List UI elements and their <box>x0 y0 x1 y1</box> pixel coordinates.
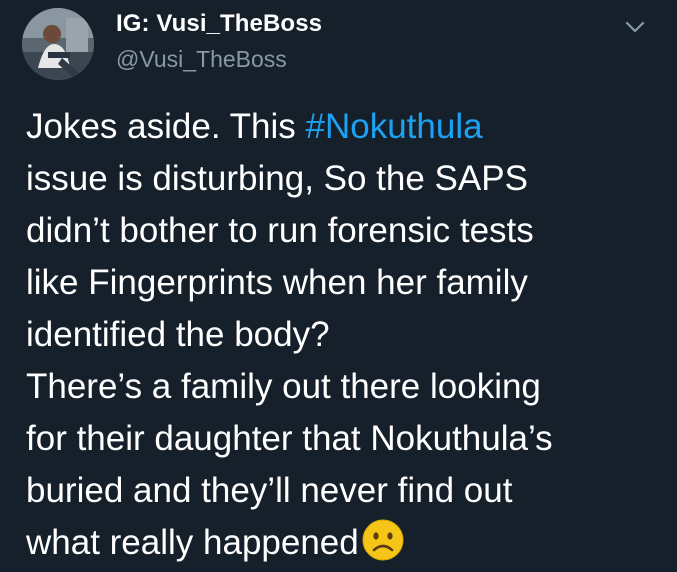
tweet-line: issue is disturbing, So the SAPS <box>26 159 528 198</box>
tweet-line: identified the body? <box>26 315 330 354</box>
profile-photo-icon <box>22 8 94 80</box>
hashtag-link[interactable]: #Nokuthula <box>306 107 483 146</box>
display-name[interactable]: IG: Vusi_TheBoss <box>116 10 322 38</box>
tweet-line: what really happened <box>26 517 666 569</box>
tweet-text-segment: Jokes aside. This <box>26 107 306 146</box>
user-handle[interactable]: @Vusi_TheBoss <box>116 46 287 73</box>
sad-face-emoji-icon <box>361 518 405 562</box>
tweet-line: like Fingerprints when her family <box>26 263 528 302</box>
chevron-down-icon[interactable] <box>622 14 648 40</box>
tweet-line: didn’t bother to run forensic tests <box>26 211 534 250</box>
tweet-line: There’s a family out there looking <box>26 367 541 406</box>
avatar[interactable] <box>22 8 94 80</box>
tweet-text-segment: what really happened <box>26 523 359 562</box>
tweet-text: Jokes aside. This #Nokuthula issue is di… <box>26 101 666 569</box>
tweet-line: for their daughter that Nokuthula’s <box>26 419 553 458</box>
tweet-card: IG: Vusi_TheBoss @Vusi_TheBoss Jokes asi… <box>0 0 677 572</box>
tweet-line: buried and they’ll never find out <box>26 471 513 510</box>
tweet-line: Jokes aside. This #Nokuthula <box>26 101 666 153</box>
